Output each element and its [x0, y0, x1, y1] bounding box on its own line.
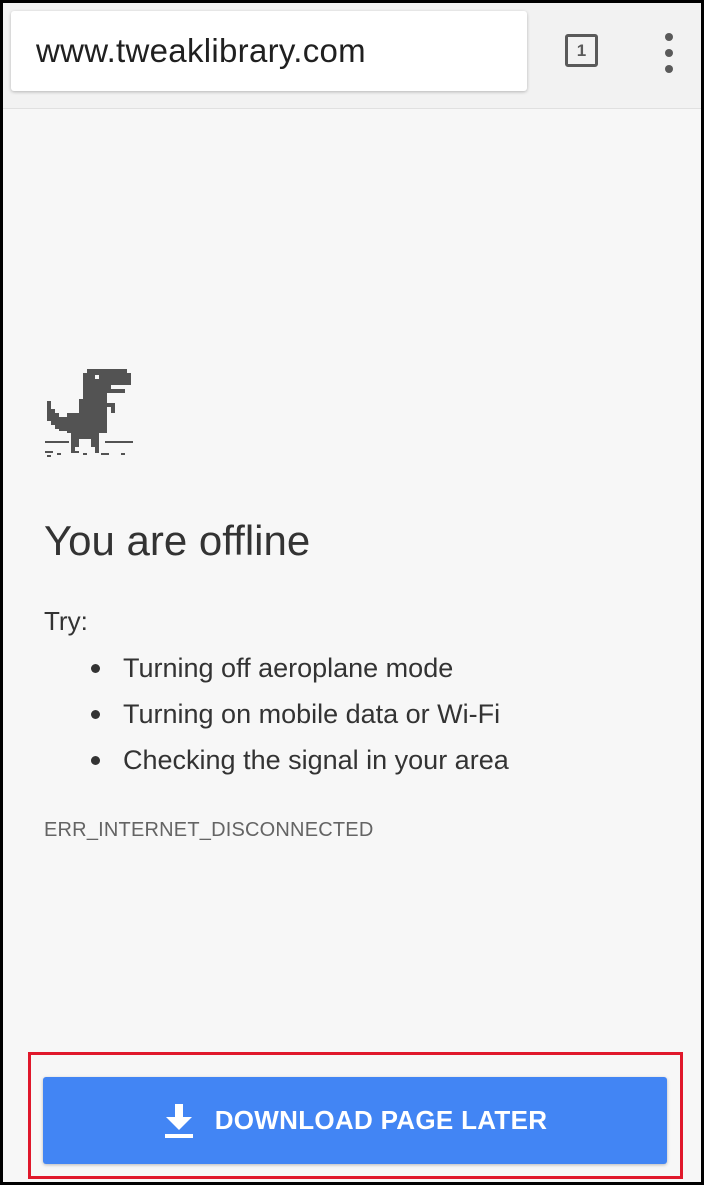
more-vertical-icon[interactable]: [658, 33, 682, 73]
dino-icon: [45, 369, 133, 457]
download-page-later-button[interactable]: DOWNLOAD PAGE LATER: [43, 1077, 667, 1164]
browser-window: www.tweaklibrary.com 1 You are offline T…: [0, 0, 704, 1185]
tab-count: 1: [576, 40, 587, 60]
suggestion-list: Turning off aeroplane mode Turning on mo…: [85, 645, 509, 783]
tab-switcher-button[interactable]: 1: [565, 34, 598, 67]
try-label: Try:: [44, 606, 88, 636]
page-title: You are offline: [44, 517, 311, 564]
suggestion-item: Checking the signal in your area: [85, 737, 509, 783]
download-button-label: DOWNLOAD PAGE LATER: [214, 1105, 548, 1135]
error-code: ERR_INTERNET_DISCONNECTED: [44, 819, 374, 841]
suggestion-item: Turning on mobile data or Wi-Fi: [85, 691, 509, 737]
address-bar[interactable]: www.tweaklibrary.com: [11, 11, 527, 91]
browser-toolbar: www.tweaklibrary.com 1: [3, 3, 701, 109]
suggestion-item: Turning off aeroplane mode: [85, 645, 509, 691]
url-text: www.tweaklibrary.com: [36, 32, 366, 69]
download-icon: [164, 1103, 193, 1138]
